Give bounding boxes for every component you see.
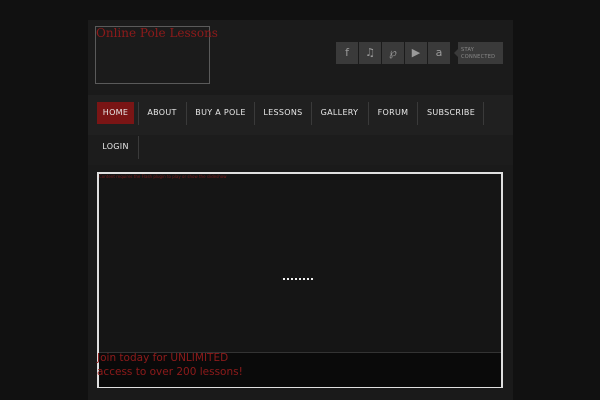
- loader-dot: [291, 278, 293, 280]
- nav-divider: [483, 102, 484, 125]
- loader-dot: [295, 278, 297, 280]
- loading-indicator: [283, 278, 313, 280]
- nav-item-buy-a-pole[interactable]: BUY A POLE: [192, 102, 249, 124]
- loader-dot: [283, 278, 285, 280]
- nav-item-lessons[interactable]: LESSONS: [260, 102, 306, 124]
- loader-dot: [311, 278, 313, 280]
- loader-dot: [307, 278, 309, 280]
- caption-line-1[interactable]: Join today for UNLIMITED: [97, 352, 228, 364]
- amazon-icon[interactable]: a: [428, 42, 450, 64]
- nav-item-login[interactable]: LOGIN: [97, 136, 134, 158]
- nav-divider: [417, 102, 418, 125]
- loader-dot: [299, 278, 301, 280]
- main-nav-row-2: [88, 135, 513, 165]
- site-logo-text[interactable]: Online Pole Lessons: [96, 26, 218, 40]
- nav-divider: [368, 102, 369, 125]
- youtube-icon[interactable]: ▶: [405, 42, 427, 64]
- nav-divider: [138, 102, 139, 125]
- nav-divider: [186, 102, 187, 125]
- plugin-notice: Content requires the Flash plugin to pla…: [99, 174, 227, 179]
- twitter-icon[interactable]: ♫: [359, 42, 381, 64]
- nav-divider: [138, 136, 139, 159]
- stay-connected-badge: STAY CONNECTED: [454, 42, 503, 64]
- nav-item-about[interactable]: ABOUT: [142, 102, 182, 124]
- nav-item-gallery[interactable]: GALLERY: [316, 102, 363, 124]
- nav-divider: [311, 102, 312, 125]
- social-icons: f ♫ ℘ ▶ a: [336, 42, 450, 64]
- caption-line-2[interactable]: access to over 200 lessons!: [97, 366, 243, 378]
- loader-dot: [303, 278, 305, 280]
- connected-label: CONNECTED: [461, 54, 496, 60]
- nav-item-forum[interactable]: FORUM: [374, 102, 412, 124]
- facebook-icon[interactable]: f: [336, 42, 358, 64]
- nav-item-subscribe[interactable]: SUBSCRIBE: [423, 102, 479, 124]
- nav-item-home[interactable]: HOME: [97, 102, 134, 124]
- loader-dot: [287, 278, 289, 280]
- pinterest-icon[interactable]: ℘: [382, 42, 404, 64]
- nav-divider: [254, 102, 255, 125]
- stay-label: STAY: [461, 47, 475, 53]
